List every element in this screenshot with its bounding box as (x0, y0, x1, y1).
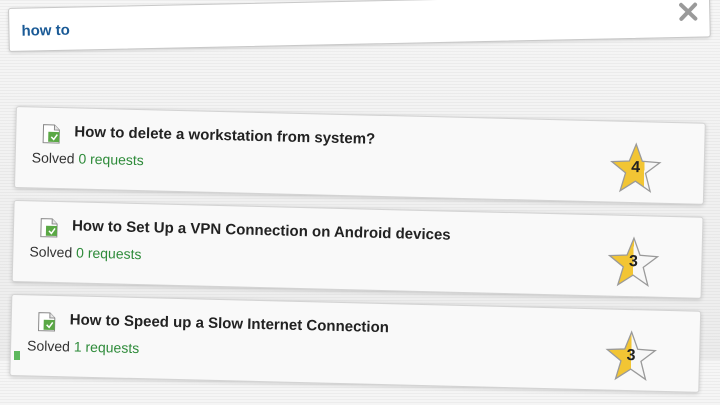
rating-value: 3 (626, 346, 636, 365)
result-status: Solved 1 requests (27, 337, 139, 356)
status-label: Solved (29, 243, 73, 261)
rating-badge: 3 (607, 236, 672, 294)
search-input[interactable] (19, 4, 624, 45)
requests-link[interactable]: 1 requests (74, 338, 140, 356)
document-icon (40, 218, 58, 238)
clear-search-button[interactable] (675, 0, 702, 25)
rating-value: 4 (631, 159, 641, 177)
document-icon (42, 124, 60, 144)
result-title[interactable]: How to Speed up a Slow Internet Connecti… (70, 311, 450, 336)
next-item-accent (14, 351, 20, 360)
requests-link[interactable]: 0 requests (78, 151, 144, 169)
result-title[interactable]: How to Set Up a VPN Connection on Androi… (72, 217, 452, 243)
list-item[interactable]: How to Set Up a VPN Connection on Androi… (11, 199, 704, 299)
document-icon (38, 312, 56, 332)
rating-badge: 3 (604, 329, 669, 387)
rating-value: 3 (628, 253, 639, 271)
result-title[interactable]: How to delete a workstation from system? (74, 123, 454, 148)
list-item[interactable]: How to Speed up a Slow Internet Connecti… (9, 293, 702, 393)
status-label: Solved (26, 337, 71, 355)
result-status: Solved 0 requests (29, 243, 141, 262)
list-item[interactable]: How to delete a workstation from system?… (13, 106, 706, 205)
status-label: Solved (31, 149, 75, 167)
close-icon (679, 2, 698, 21)
result-status: Solved 0 requests (32, 149, 144, 168)
requests-link[interactable]: 0 requests (76, 245, 142, 263)
search-bar (8, 0, 711, 52)
rating-badge: 4 (609, 142, 674, 200)
